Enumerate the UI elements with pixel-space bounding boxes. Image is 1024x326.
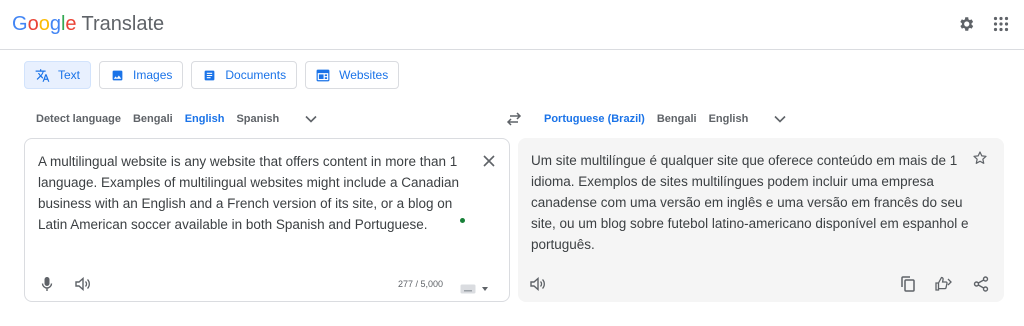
rate-translation-icon[interactable] bbox=[934, 274, 954, 294]
translated-text: Um site multilíngue é qualquer site que … bbox=[531, 153, 969, 252]
share-icon[interactable] bbox=[971, 274, 991, 294]
target-lang-english[interactable]: English bbox=[709, 113, 749, 125]
gear-icon[interactable] bbox=[956, 14, 976, 34]
target-lang-bengali[interactable]: Bengali bbox=[657, 113, 697, 125]
text-mode-label: Text bbox=[58, 68, 81, 82]
websites-mode-button[interactable]: Websites bbox=[305, 61, 400, 89]
logo-letter: g bbox=[49, 13, 61, 35]
image-icon bbox=[109, 67, 125, 83]
documents-mode-button[interactable]: Documents bbox=[191, 61, 298, 89]
target-lang-portuguese[interactable]: Portuguese (Brazil) bbox=[544, 113, 645, 125]
document-icon bbox=[201, 67, 217, 83]
images-mode-label: Images bbox=[133, 68, 173, 82]
speaker-icon[interactable] bbox=[528, 274, 548, 294]
copy-icon[interactable] bbox=[898, 274, 918, 294]
source-lang-detect[interactable]: Detect language bbox=[36, 113, 121, 125]
apps-grid-icon[interactable] bbox=[991, 14, 1011, 34]
translate-icon bbox=[34, 67, 50, 83]
documents-mode-label: Documents bbox=[225, 68, 287, 82]
source-lang-english[interactable]: English bbox=[185, 113, 225, 125]
logo-letter: e bbox=[65, 13, 77, 35]
chevron-down-icon[interactable] bbox=[772, 111, 788, 127]
swap-languages-icon[interactable] bbox=[505, 110, 523, 128]
speaker-icon[interactable] bbox=[73, 274, 93, 294]
source-language-bar: Detect language Bengali English Spanish bbox=[36, 109, 319, 129]
product-name: Translate bbox=[81, 13, 165, 35]
star-icon[interactable] bbox=[970, 148, 990, 168]
chevron-down-icon[interactable] bbox=[303, 111, 319, 127]
top-bar: Google Translate bbox=[0, 0, 1024, 50]
websites-mode-label: Websites bbox=[339, 68, 389, 82]
source-text-input[interactable]: A multilingual website is any website th… bbox=[38, 151, 478, 235]
logo-letter: o bbox=[38, 13, 50, 35]
source-text-panel: A multilingual website is any website th… bbox=[24, 138, 510, 302]
website-icon bbox=[315, 67, 331, 83]
logo-letter: o bbox=[27, 13, 39, 35]
status-dot bbox=[460, 218, 465, 223]
text-mode-button[interactable]: Text bbox=[24, 61, 92, 89]
keyboard-icon[interactable] bbox=[460, 282, 494, 296]
close-icon[interactable] bbox=[479, 151, 499, 171]
source-lang-spanish[interactable]: Spanish bbox=[236, 113, 279, 125]
source-lang-bengali[interactable]: Bengali bbox=[133, 113, 173, 125]
google-translate-logo[interactable]: Google Translate bbox=[12, 12, 164, 36]
microphone-icon[interactable] bbox=[37, 274, 57, 294]
target-language-bar: Portuguese (Brazil) Bengali English bbox=[544, 109, 788, 129]
images-mode-button[interactable]: Images bbox=[99, 61, 184, 89]
translation-mode-tabs: Text Images Documents Websites bbox=[24, 61, 400, 89]
character-count: 277 / 5,000 bbox=[398, 279, 444, 289]
translation-output-panel: Um site multilíngue é qualquer site que … bbox=[518, 138, 1004, 302]
logo-letter: G bbox=[12, 13, 28, 35]
